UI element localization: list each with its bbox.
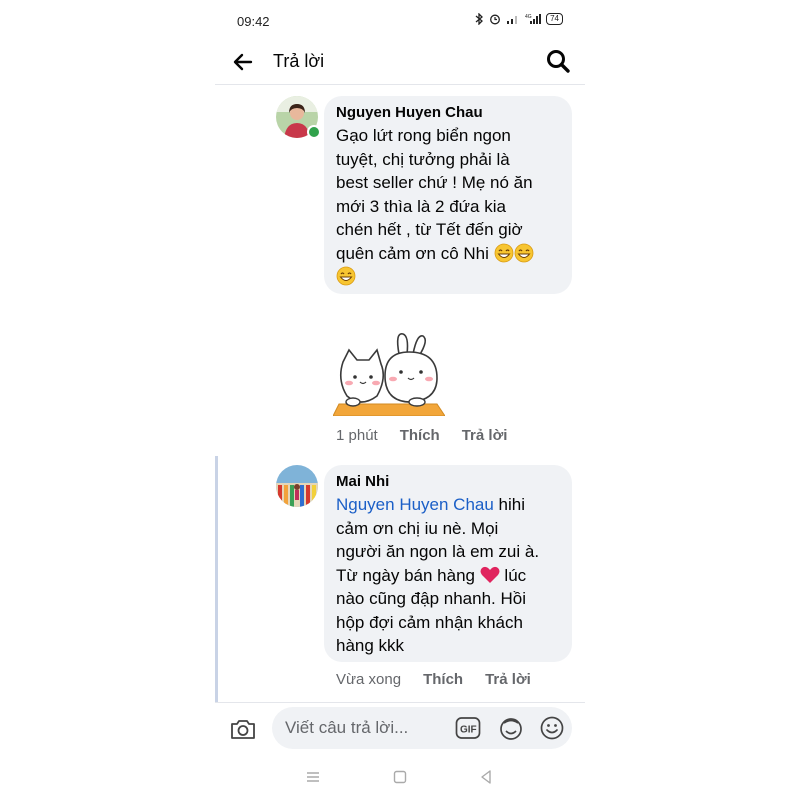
comment-author[interactable]: Mai Nhi: [336, 473, 560, 490]
reply-input-placeholder: Viết câu trả lời...: [285, 718, 409, 737]
comment-text: Gạo lứt rong biển ngon tuyệt, chị tưởng …: [336, 124, 560, 289]
menu-icon[interactable]: [305, 770, 321, 784]
comment-time: 1 phút: [336, 427, 378, 444]
alarm-icon: [490, 14, 501, 25]
composer-bar: Viết câu trả lời... GIF: [215, 702, 585, 755]
phone-screen: 09:42 4G 74 Trả lời Nguyen Huyen Chau Gạ…: [215, 0, 585, 800]
comment-bubble: Nguyen Huyen Chau Gạo lứt rong biển ngon…: [324, 96, 572, 294]
search-icon[interactable]: [545, 48, 571, 74]
comment-bubble: Mai Nhi Nguyen Huyen Chau hihi cảm ơn ch…: [324, 465, 572, 662]
online-status-badge: [307, 125, 321, 139]
mention-link[interactable]: Nguyen Huyen Chau: [336, 495, 494, 514]
heart-emoji: [480, 566, 500, 583]
back-icon[interactable]: [478, 769, 494, 785]
battery-icon: 74: [546, 13, 563, 25]
comment-meta: 1 phút Thích Trả lời: [336, 427, 529, 444]
reply-input[interactable]: Viết câu trả lời... GIF: [272, 707, 572, 749]
like-button[interactable]: Thích: [400, 427, 440, 444]
avatar[interactable]: [276, 465, 318, 507]
home-icon[interactable]: [393, 770, 407, 784]
comment-author[interactable]: Nguyen Huyen Chau: [336, 104, 560, 121]
comment-meta: Vừa xong Thích Trả lời: [336, 671, 553, 688]
comment-text: Nguyen Huyen Chau hihi cảm ơn chị iu nè.…: [336, 493, 560, 658]
status-time: 09:42: [237, 14, 270, 29]
bluetooth-icon: [475, 13, 484, 25]
page-title: Trả lời: [273, 51, 325, 71]
smile-icon[interactable]: [539, 715, 565, 741]
cat-and-bunny-sticker[interactable]: [333, 332, 445, 416]
like-button[interactable]: Thích: [423, 671, 463, 688]
signal-icon: [507, 16, 518, 24]
header: Trả lời: [215, 42, 585, 85]
status-icons: 4G 74: [475, 13, 563, 25]
status-bar: 09:42 4G 74: [215, 8, 585, 34]
svg-text:GIF: GIF: [460, 725, 477, 736]
arrow-left-icon[interactable]: [231, 50, 255, 74]
reply-button[interactable]: Trả lời: [462, 427, 508, 444]
gif-icon[interactable]: GIF: [455, 716, 481, 740]
thread-indicator: [215, 456, 218, 702]
reply-button[interactable]: Trả lời: [485, 671, 531, 688]
signal-4g-icon: 4G: [525, 14, 542, 24]
camera-icon[interactable]: [229, 717, 257, 741]
system-nav-bar: [215, 760, 585, 796]
comment-time: Vừa xong: [336, 671, 402, 688]
sticker-icon[interactable]: [498, 715, 524, 741]
svg-text:4G: 4G: [525, 14, 532, 20]
